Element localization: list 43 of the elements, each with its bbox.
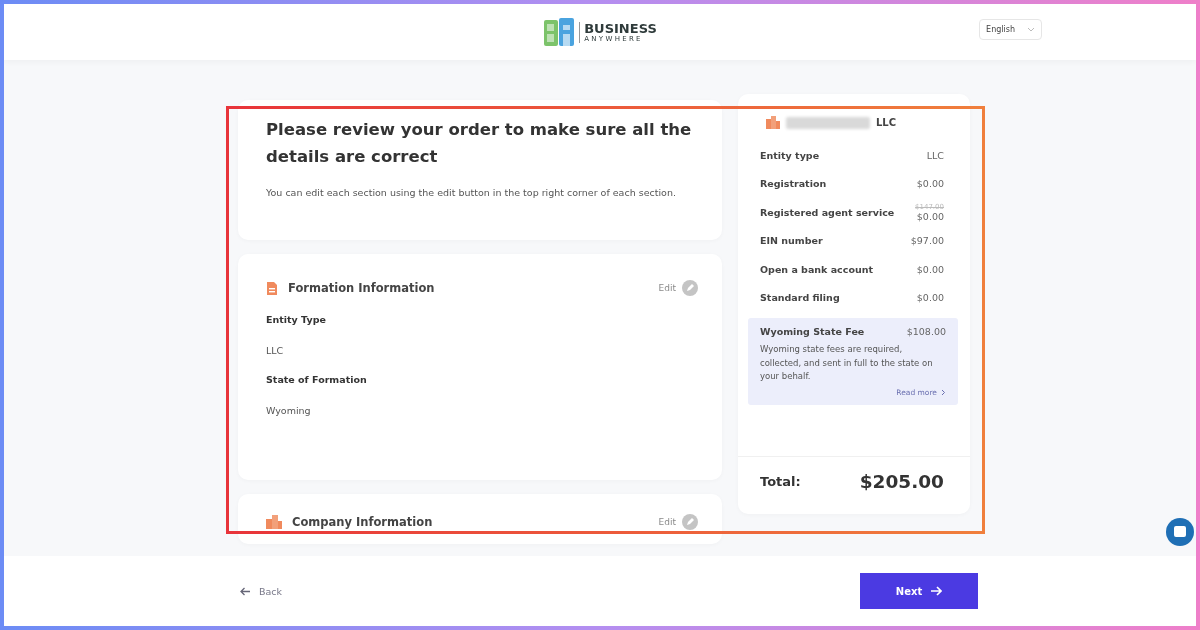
section-title: Formation Information	[288, 281, 436, 295]
edit-button[interactable]: Edit	[658, 514, 698, 530]
fee-title: Wyoming State Fee	[760, 326, 865, 337]
edit-button[interactable]: Edit	[658, 280, 698, 296]
page-title: Please review your order to make sure all the details are correct	[266, 119, 693, 168]
company-suffix: LLC	[876, 117, 897, 128]
section-title: Company Information	[292, 515, 434, 529]
summary-value: $0.00	[916, 292, 944, 304]
fee-amount: $108.00	[906, 326, 946, 337]
next-button[interactable]: Next	[860, 573, 978, 609]
document-icon	[266, 280, 278, 296]
field-value: LLC	[266, 345, 285, 356]
summary-label: Standard filing	[760, 292, 840, 304]
summary-label: Entity type	[760, 149, 820, 161]
building-icon	[266, 515, 282, 529]
logo-icon	[543, 17, 576, 47]
field-value: Wyoming	[266, 405, 312, 416]
summary-value: $0.00	[916, 178, 944, 190]
summary-value: $0.00	[916, 210, 944, 222]
arrow-left-icon	[240, 586, 251, 596]
total-amount: $205.00	[859, 471, 944, 492]
summary-label: Registration	[760, 178, 827, 190]
field-label: Entity Type	[266, 314, 327, 325]
summary-value: $97.00	[910, 235, 944, 247]
field-label: State of Formation	[266, 374, 368, 385]
summary-label: Registered agent service	[760, 206, 895, 218]
chat-icon[interactable]	[1166, 518, 1194, 546]
total-label: Total:	[760, 474, 801, 489]
building-icon	[766, 116, 780, 129]
summary-label: EIN number	[760, 235, 823, 247]
arrow-right-icon	[930, 586, 943, 596]
fee-description: Wyoming state fees are required, collected, and sent in full to the state on your behalf.	[760, 343, 934, 383]
summary-label: Open a bank account	[760, 263, 873, 275]
chevron-down-icon	[1027, 27, 1035, 32]
back-button[interactable]: Back	[236, 581, 287, 601]
logo-wordmark: BUSINESS	[584, 21, 657, 35]
pencil-icon	[682, 280, 698, 296]
language-select[interactable]: English	[979, 19, 1042, 40]
chevron-right-icon	[941, 388, 946, 396]
intro-text: You can edit each section using the edit button in the top right corner of each section.	[266, 186, 677, 200]
summary-value: $0.00	[916, 263, 944, 275]
summary-value: LLC	[926, 149, 944, 161]
pencil-icon	[682, 514, 698, 530]
